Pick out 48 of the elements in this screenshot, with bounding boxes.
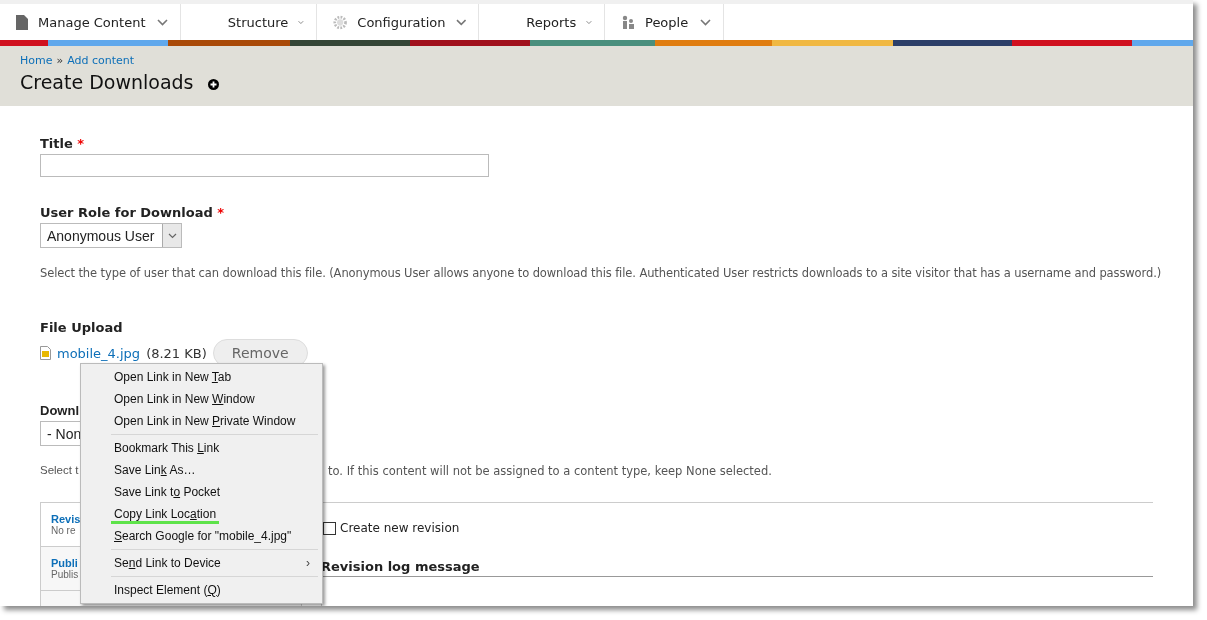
field-label: Downl <box>40 403 79 418</box>
page-title: Create Downloads <box>20 71 194 93</box>
tab-title: Revis <box>51 513 81 525</box>
field-label: Title <box>40 136 73 151</box>
menu-item[interactable]: Send Link to Device › <box>81 552 322 574</box>
menu-item[interactable]: Bookmark This Link <box>81 437 322 459</box>
field-label: User Role for Download <box>40 205 213 220</box>
gear-icon <box>333 14 348 30</box>
chevron-down-icon[interactable] <box>157 18 168 26</box>
menu-item[interactable]: Open Link in New Window <box>81 388 322 410</box>
nav-label: Manage Content <box>38 14 147 30</box>
add-shortcut-icon[interactable] <box>207 79 219 90</box>
menu-item[interactable]: Search Google for "mobile_4.jpg" <box>81 525 322 547</box>
role-select[interactable]: Anonymous User <box>40 223 182 248</box>
field-label: File Upload <box>40 320 124 335</box>
nav-label: Structure <box>227 14 289 30</box>
field-description: Select the type of user that can download this file. (Anonymous User allows anyone to download this file. Authenticated User restricts downloads to a site visitor that has a username and password.) <box>40 266 1162 280</box>
menu-item[interactable]: Save Link As… <box>81 459 322 481</box>
required-mark: * <box>217 205 225 220</box>
checkbox-label: Create new revision <box>340 521 460 535</box>
nav-label: Reports <box>526 14 577 30</box>
menu-item[interactable]: Inspect Element (Q) <box>81 579 322 601</box>
file-link[interactable]: mobile_4.jpg <box>57 345 141 361</box>
chevron-down-icon[interactable] <box>700 18 711 26</box>
title-input[interactable] <box>40 154 489 177</box>
menu-item[interactable]: Open Link in New Private Window <box>81 410 322 432</box>
people-icon <box>621 15 635 29</box>
chevron-down-icon[interactable] <box>455 18 466 26</box>
nav-label: People <box>645 14 690 30</box>
file-size: (8.21 KB) <box>146 345 207 361</box>
field-description: to. If this content will not be assigned to a content type, keep None selected. <box>328 464 772 478</box>
tab-summary: Publis <box>51 569 79 580</box>
breadcrumb-link[interactable]: Home <box>20 54 53 67</box>
breadcrumb-link[interactable]: Add content <box>67 54 135 67</box>
nav-label: Configuration <box>357 14 446 30</box>
breadcrumb-separator: » <box>56 54 64 67</box>
field-description: Select t <box>40 464 80 478</box>
menu-item[interactable]: Save Link to Pocket <box>81 481 322 503</box>
field-label: Revision log message <box>321 559 481 576</box>
image-file-icon <box>40 346 51 360</box>
menu-item[interactable]: Open Link in New Tab <box>81 366 322 388</box>
tab-title: Publi <box>51 557 78 569</box>
chevron-down-icon <box>167 232 177 239</box>
tab-summary: No re <box>51 525 76 536</box>
document-icon <box>16 14 28 30</box>
log-textarea[interactable] <box>321 576 1153 606</box>
required-mark: * <box>77 136 85 151</box>
checkbox[interactable] <box>323 521 336 535</box>
